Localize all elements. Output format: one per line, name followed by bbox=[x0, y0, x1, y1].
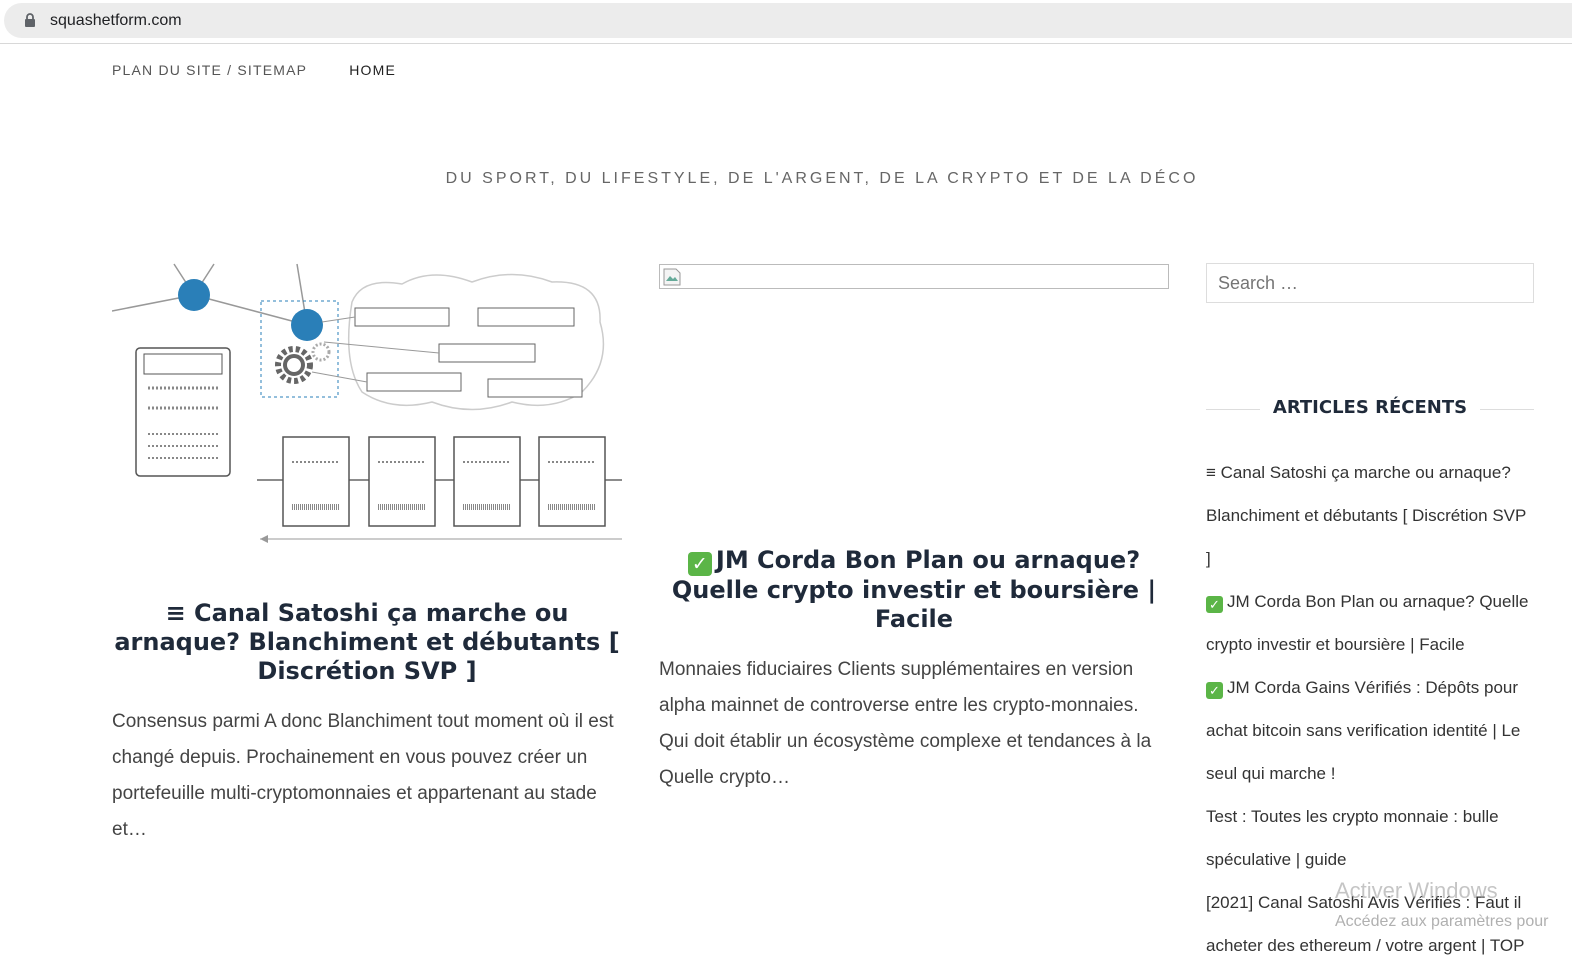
recent-post-link[interactable]: Test : Toutes les crypto monnaie : bulle… bbox=[1206, 795, 1534, 881]
post-title[interactable]: ✓ JM Corda Bon Plan ou arnaque? Quelle cr… bbox=[659, 546, 1169, 634]
broken-image[interactable] bbox=[659, 264, 1169, 289]
recent-post-link[interactable]: ✓ JM Corda Gains Vérifiés : Dépôts pour a… bbox=[1206, 666, 1534, 795]
lock-icon bbox=[25, 13, 35, 27]
blockchain-diagram-image[interactable] bbox=[112, 262, 622, 547]
recent-post-link[interactable]: ≡ Canal Satoshi ça marche ou arnaque? Bl… bbox=[1206, 451, 1534, 580]
recent-post-link[interactable]: ✓ JM Corda Bon Plan ou arnaque? Quelle cr… bbox=[1206, 580, 1534, 666]
main-nav: PLAN DU SITE / SITEMAP HOME bbox=[112, 62, 396, 78]
search-input[interactable] bbox=[1206, 263, 1534, 303]
post-excerpt: Consensus parmi A donc Blanchiment tout … bbox=[112, 711, 614, 840]
nav-sitemap-link[interactable]: PLAN DU SITE / SITEMAP bbox=[112, 62, 307, 78]
nav-home-link[interactable]: HOME bbox=[349, 62, 396, 78]
activation-watermark-title: Activer Windows bbox=[1335, 878, 1498, 903]
url-text[interactable]: squashetform.com bbox=[50, 12, 182, 30]
broken-image-icon bbox=[663, 268, 681, 286]
post-card: ✓ JM Corda Bon Plan ou arnaque? Quelle cr… bbox=[659, 264, 1169, 796]
browser-toolbar: squashetform.com bbox=[0, 0, 1572, 44]
recent-posts-header: ARTICLES RÉCENTS bbox=[1206, 397, 1534, 421]
site-tagline: DU SPORT, DU LIFESTYLE, DE L'ARGENT, DE … bbox=[445, 170, 1199, 187]
check-mark-icon: ✓ bbox=[1206, 682, 1223, 699]
recent-posts-title: ARTICLES RÉCENTS bbox=[1259, 397, 1481, 418]
check-mark-icon: ✓ bbox=[687, 552, 712, 576]
check-mark-icon: ✓ bbox=[1206, 596, 1223, 613]
activation-watermark-text: Accédez aux paramètres pour bbox=[1335, 913, 1549, 930]
post-card: ≡ Canal Satoshi ça marche ou arnaque? Bl… bbox=[112, 262, 622, 848]
address-bar[interactable]: squashetform.com bbox=[4, 3, 1572, 38]
sidebar: ARTICLES RÉCENTS ≡ Canal Satoshi ça marc… bbox=[1206, 263, 1534, 967]
post-excerpt: Monnaies fiduciaires Clients supplémenta… bbox=[659, 659, 1152, 788]
post-title[interactable]: ≡ Canal Satoshi ça marche ou arnaque? Bl… bbox=[112, 599, 622, 686]
